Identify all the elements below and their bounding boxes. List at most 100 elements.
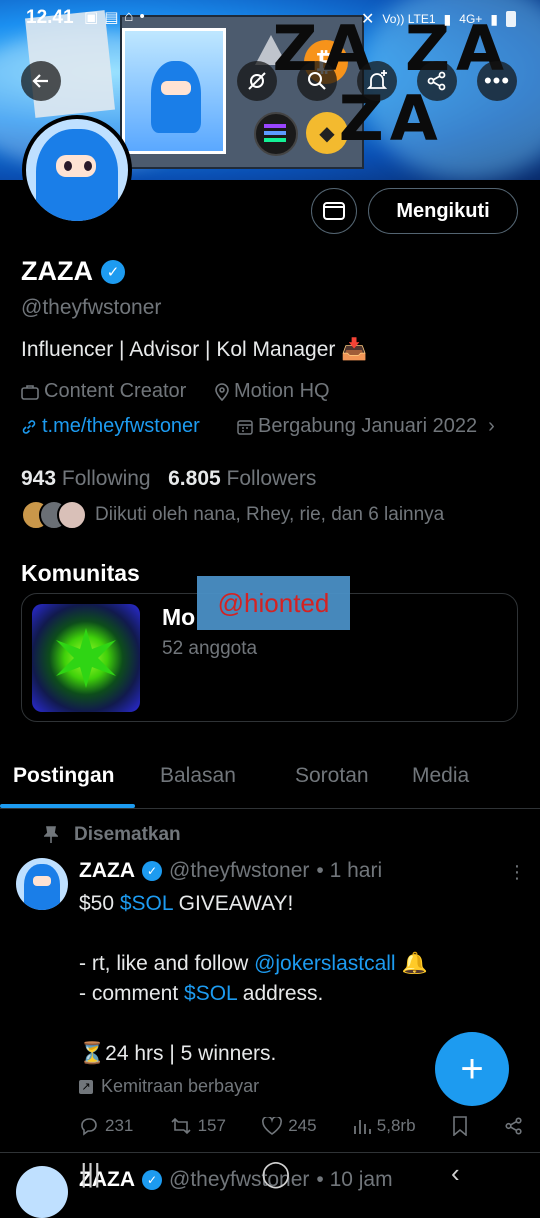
signal-icon: ▮ bbox=[490, 10, 498, 27]
banner-photo bbox=[122, 28, 226, 154]
home-icon[interactable]: ◯ bbox=[261, 1158, 290, 1189]
post-text-segment: 🔔 bbox=[395, 952, 428, 975]
post-text-segment: - comment bbox=[79, 982, 185, 1005]
notifications-button[interactable] bbox=[357, 61, 397, 101]
network-label: Vo)) LTE1 bbox=[382, 12, 436, 26]
pin-icon bbox=[44, 826, 58, 843]
message-button[interactable] bbox=[311, 188, 357, 234]
bookmark-button[interactable] bbox=[452, 1116, 468, 1136]
views-chart-icon bbox=[353, 1120, 371, 1134]
notification-icon: ▤ bbox=[104, 9, 119, 26]
followed-by-text: Diikuti oleh nana, Rhey, rie, dan 6 lain… bbox=[95, 504, 445, 525]
post-text-segment: GIVEAWAY! bbox=[172, 892, 294, 915]
more-button[interactable]: ••• bbox=[477, 61, 517, 101]
paid-partnership-label: ↗ Kemitraan berbayar bbox=[79, 1076, 259, 1097]
views-count: 5,8rb bbox=[376, 1116, 416, 1135]
mention-link[interactable]: @jokerslastcall bbox=[254, 952, 396, 975]
profile-location: Motion HQ bbox=[215, 380, 330, 403]
tab-media[interactable]: Media bbox=[412, 764, 469, 788]
followers-stat[interactable]: 6.805 Followers bbox=[168, 467, 316, 490]
profile-category-text: Content Creator bbox=[44, 380, 187, 402]
back-icon[interactable]: ‹ bbox=[451, 1158, 460, 1189]
followed-by-row[interactable]: Diikuti oleh nana, Rhey, rie, dan 6 lain… bbox=[21, 500, 444, 530]
profile-name-row: ZAZA ✓ bbox=[21, 256, 125, 287]
mute-icon: ✕ bbox=[361, 11, 375, 28]
tab-replies[interactable]: Balasan bbox=[160, 764, 236, 788]
hide-button[interactable] bbox=[237, 61, 277, 101]
dot-icon: • bbox=[139, 8, 145, 25]
post-author-avatar[interactable] bbox=[16, 858, 68, 910]
banner-hijab-figure bbox=[151, 61, 201, 133]
verified-badge-icon: ✓ bbox=[142, 861, 162, 881]
profile-avatar[interactable] bbox=[22, 115, 132, 225]
pinned-label: Disematkan bbox=[74, 824, 181, 845]
search-button[interactable] bbox=[297, 61, 337, 101]
share-post-button[interactable] bbox=[504, 1116, 524, 1136]
like-button[interactable]: 245 bbox=[262, 1116, 317, 1136]
post-text-segment: - rt, like and follow bbox=[79, 952, 255, 975]
link-icon bbox=[22, 419, 36, 434]
bookmark-icon bbox=[452, 1116, 467, 1136]
community-members: 52 anggota bbox=[162, 638, 258, 659]
post-text-segment: $50 bbox=[79, 892, 120, 915]
following-stat[interactable]: 943 Following bbox=[21, 467, 151, 490]
post-author-handle[interactable]: @theyfwstoner bbox=[169, 859, 309, 883]
views-button[interactable]: 5,8rb bbox=[353, 1116, 416, 1136]
signal-icon: ▮ bbox=[443, 10, 452, 27]
repost-icon bbox=[171, 1117, 191, 1135]
share-icon bbox=[505, 1117, 522, 1135]
post-line: $50 $SOL GIVEAWAY! bbox=[79, 889, 499, 919]
following-button[interactable]: Mengikuti bbox=[368, 188, 518, 234]
arrow-left-icon bbox=[32, 74, 48, 88]
profile-tabs: Postingan Balasan Sorotan Media bbox=[0, 752, 540, 809]
watermark-label: @hionted bbox=[197, 576, 350, 630]
compose-post-button[interactable]: + bbox=[435, 1032, 509, 1106]
system-nav-bar: ||| ◯ ‹ bbox=[0, 1146, 540, 1200]
reply-count: 231 bbox=[105, 1116, 134, 1135]
post-more-icon[interactable]: ⋮ bbox=[508, 862, 526, 883]
followers-label: Followers bbox=[226, 467, 317, 490]
follower-avatars bbox=[21, 500, 87, 530]
cashtag-link[interactable]: $SOL bbox=[120, 892, 173, 915]
avatar-eye bbox=[64, 161, 72, 171]
avatar-hijab bbox=[24, 864, 60, 910]
cashtag-link[interactable]: $SOL bbox=[184, 982, 237, 1005]
avatar-face bbox=[33, 876, 51, 886]
repost-button[interactable]: 157 bbox=[170, 1116, 226, 1136]
followers-count: 6.805 bbox=[168, 467, 221, 490]
post-author-name[interactable]: ZAZA bbox=[79, 859, 135, 883]
avatar-eye bbox=[84, 161, 92, 171]
profile-bio: Influencer | Advisor | Kol Manager 📥 bbox=[21, 338, 368, 361]
paid-partnership-text: Kemitraan berbayar bbox=[101, 1076, 260, 1096]
eye-off-icon bbox=[248, 72, 266, 90]
follow-stats: 943 Following 6.805 Followers bbox=[21, 467, 316, 491]
pinned-label-row: Disematkan bbox=[44, 824, 181, 846]
repost-count: 157 bbox=[197, 1116, 226, 1135]
share-button[interactable] bbox=[417, 61, 457, 101]
profile-link[interactable]: t.me/theyfwstoner bbox=[21, 415, 200, 438]
tab-posts[interactable]: Postingan bbox=[13, 764, 115, 788]
recent-apps-icon[interactable]: ||| bbox=[80, 1158, 100, 1189]
location-pin-icon bbox=[215, 382, 229, 401]
network-label-2: 4G+ bbox=[459, 12, 483, 26]
profile-joined[interactable]: Bergabung Januari 2022 › bbox=[237, 415, 495, 438]
calendar-icon bbox=[237, 419, 253, 435]
battery-icon bbox=[506, 11, 516, 27]
profile-link-text[interactable]: t.me/theyfwstoner bbox=[42, 415, 200, 438]
profile-handle: @theyfwstoner bbox=[21, 296, 162, 319]
post-line: - rt, like and follow @jokerslastcall 🔔 bbox=[79, 949, 499, 979]
post-text: $50 $SOL GIVEAWAY! - rt, like and follow… bbox=[79, 889, 499, 1069]
back-button[interactable] bbox=[21, 61, 61, 101]
following-label: Following bbox=[61, 467, 151, 490]
reply-button[interactable]: 231 bbox=[79, 1116, 133, 1136]
post-header: ZAZA ✓ @theyfwstoner • 1 hari bbox=[79, 859, 382, 883]
banner-face bbox=[161, 81, 191, 95]
active-tab-indicator bbox=[0, 804, 135, 808]
briefcase-icon bbox=[21, 384, 39, 400]
community-image bbox=[32, 604, 140, 712]
verified-badge-icon[interactable]: ✓ bbox=[100, 259, 125, 284]
profile-location-text: Motion HQ bbox=[234, 380, 330, 402]
tab-highlights[interactable]: Sorotan bbox=[295, 764, 369, 788]
